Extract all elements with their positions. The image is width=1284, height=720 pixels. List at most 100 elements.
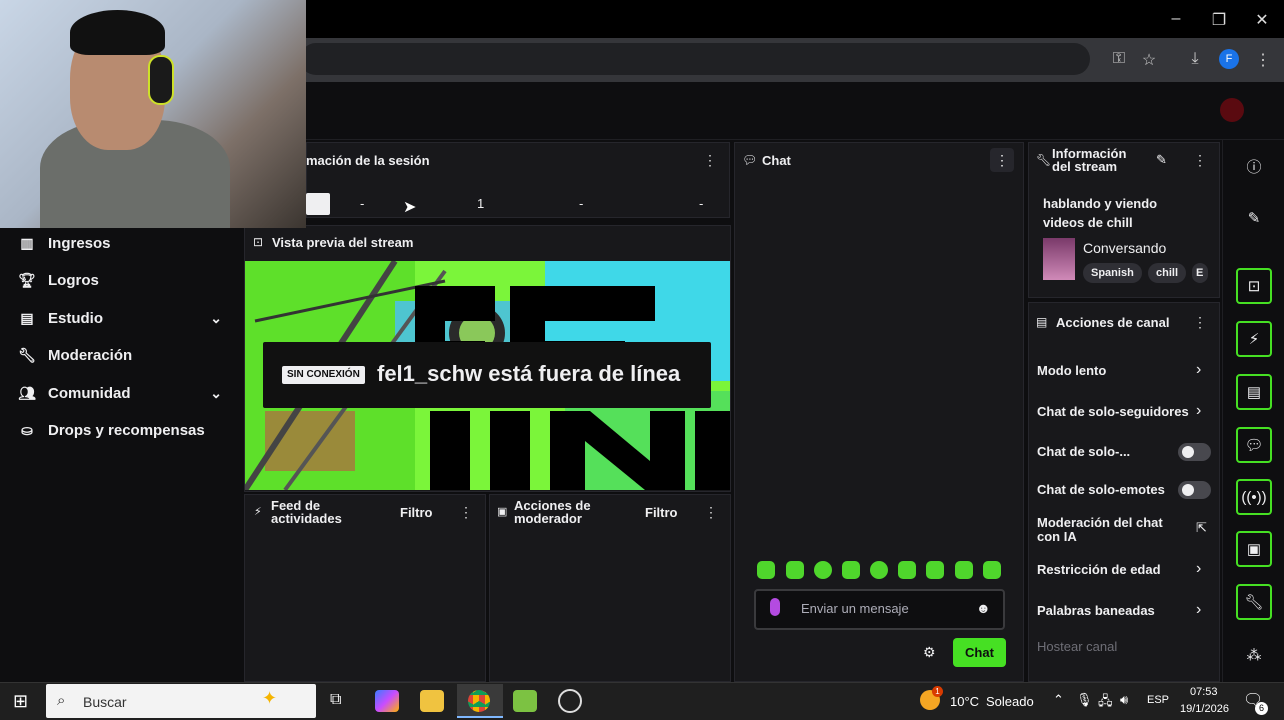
download-icon[interactable]: ⤓	[1185, 50, 1205, 68]
user-avatar[interactable]	[1220, 98, 1244, 122]
session-stat-1: -	[360, 196, 365, 211]
lightning-icon[interactable]: ⚡︎	[1236, 321, 1272, 357]
sidebar-item-drops[interactable]: ⛀ Drops y recompensas	[0, 412, 242, 448]
emote-icon[interactable]	[757, 561, 775, 579]
minimize-button[interactable]: –	[1166, 10, 1186, 28]
sidebar-item-label: Moderación	[48, 346, 133, 364]
sidebar-item-ingresos[interactable]: ▥ Ingresos	[0, 225, 242, 261]
microphone-icon[interactable]: 🎙︎	[1076, 692, 1093, 708]
chevron-right-icon[interactable]: ›	[1196, 361, 1201, 379]
broadcast-icon[interactable]: ((•))	[1236, 479, 1272, 515]
chevron-right-icon[interactable]: ›	[1196, 402, 1201, 420]
file-explorer-icon[interactable]	[420, 690, 444, 712]
session-stat-highlight	[306, 193, 330, 215]
sidebar-item-estudio[interactable]: ▤ Estudio ⌄	[0, 300, 242, 336]
key-icon[interactable]: ⚿	[1109, 50, 1129, 68]
preview-title: Vista previa del stream	[272, 235, 414, 250]
edit-pencil-icon[interactable]: ✎	[1156, 152, 1167, 168]
activity-menu-icon[interactable]: ⋮	[459, 504, 473, 521]
address-bar[interactable]	[300, 43, 1090, 75]
video-icon[interactable]: ▣	[1236, 531, 1272, 567]
taskbar-search-placeholder: Buscar	[83, 694, 127, 710]
action-moderacion-ia[interactable]: Moderación del chat con IA	[1037, 516, 1187, 544]
sidebar-item-label: Estudio	[48, 309, 103, 327]
clock-date[interactable]: 19/1/2026	[1180, 703, 1229, 715]
chevron-right-icon[interactable]: ›	[1196, 560, 1201, 578]
bookmark-star-icon[interactable]: ☆	[1139, 50, 1159, 70]
webcam-person-hair	[70, 10, 165, 55]
action-solo-seguidores[interactable]: Chat de solo-seguidores	[1037, 405, 1197, 419]
mod-filter-button[interactable]: Filtro	[645, 505, 678, 520]
chrome-icon	[468, 690, 490, 712]
category-boxart[interactable]	[1043, 238, 1075, 280]
profile-avatar[interactable]: F	[1219, 49, 1239, 69]
tag-chip[interactable]: E	[1192, 263, 1208, 283]
close-button[interactable]: ✕	[1252, 10, 1272, 30]
channel-actions-title: Acciones de canal	[1056, 315, 1170, 330]
session-info-title: mación de la sesión	[306, 153, 430, 168]
edit-pencil-icon[interactable]: ✎	[1236, 200, 1272, 236]
chevron-up-icon[interactable]: ⌃	[1053, 692, 1064, 708]
volume-icon[interactable]: 🔊︎	[1120, 692, 1128, 708]
info-icon[interactable]: ⓘ	[1236, 148, 1272, 184]
chat-send-button[interactable]: Chat	[953, 638, 1006, 667]
chat-bubble-icon: 💬︎	[742, 153, 758, 167]
maximize-button[interactable]: ❐	[1209, 10, 1229, 30]
action-palabras-baneadas[interactable]: Palabras baneadas	[1037, 604, 1197, 618]
sidebar-item-logros[interactable]: 🏆︎ Logros	[0, 262, 242, 298]
wrench-icon[interactable]: 🔧︎	[1236, 584, 1272, 620]
emote-icon[interactable]	[983, 561, 1001, 579]
wrench-icon: 🔧︎	[1036, 153, 1052, 167]
sidebar-item-comunidad[interactable]: 👥︎ Comunidad ⌄	[0, 375, 242, 411]
sidebar-item-label: Ingresos	[48, 234, 111, 252]
tag-chip[interactable]: Spanish	[1083, 263, 1142, 283]
emote-icon[interactable]	[842, 561, 860, 579]
toggle-switch[interactable]	[1178, 481, 1211, 499]
mod-actions-title-line2: moderador	[514, 511, 582, 526]
action-restriccion-edad[interactable]: Restricción de edad	[1037, 563, 1197, 577]
mod-menu-icon[interactable]: ⋮	[704, 504, 718, 521]
emote-icon[interactable]	[786, 561, 804, 579]
toggle-switch[interactable]	[1178, 443, 1211, 461]
session-menu-icon[interactable]: ⋮	[703, 152, 717, 169]
category-name[interactable]: Conversando	[1083, 240, 1166, 256]
language-indicator[interactable]: ESP	[1147, 694, 1169, 706]
task-view-icon[interactable]: ⧉	[330, 691, 341, 709]
gear-icon[interactable]: ⚙︎	[923, 644, 936, 661]
emote-icon[interactable]	[926, 561, 944, 579]
action-modo-lento[interactable]: Modo lento	[1037, 364, 1197, 378]
chevron-right-icon[interactable]: ›	[1196, 601, 1201, 619]
weather-temp[interactable]: 10°C	[950, 694, 979, 709]
chat-bubble-icon[interactable]: 💬︎	[1236, 427, 1272, 463]
preview-icon[interactable]: ⊡	[1236, 268, 1272, 304]
external-link-icon[interactable]: ⇱	[1196, 520, 1207, 536]
emoji-icon[interactable]: ☻	[976, 600, 991, 616]
windows-start-icon[interactable]: ⊞	[13, 691, 28, 712]
webcam-overlay	[0, 0, 306, 228]
activity-filter-button[interactable]: Filtro	[400, 505, 433, 520]
sidebar-item-moderacion[interactable]: 🔧︎ Moderación	[0, 337, 242, 373]
extensions-icon[interactable]: ⁂	[1236, 637, 1272, 673]
weather-desc[interactable]: Soleado	[986, 694, 1034, 709]
microphone-icon[interactable]	[770, 598, 780, 616]
stream-info-title-line2: del stream	[1052, 159, 1118, 174]
offline-badge: SIN CONEXIÓN	[282, 366, 365, 384]
emote-icon[interactable]	[898, 561, 916, 579]
copilot-icon[interactable]	[375, 690, 399, 712]
chat-menu-icon[interactable]: ⋮	[990, 148, 1014, 172]
network-icon[interactable]: 🖧︎	[1098, 692, 1113, 714]
emote-icon[interactable]	[814, 561, 832, 579]
browser-menu-icon[interactable]: ⋮	[1253, 50, 1273, 70]
obs-icon[interactable]	[558, 689, 582, 713]
clock-time[interactable]: 07:53	[1190, 686, 1218, 698]
tag-chip[interactable]: chill	[1148, 263, 1187, 283]
chart-bars-icon: ▥	[20, 234, 34, 251]
notes-icon[interactable]: ▤	[1236, 374, 1272, 410]
stream-info-menu-icon[interactable]: ⋮	[1193, 152, 1207, 169]
action-solo-suscriptores: Chat de solo-...	[1037, 444, 1131, 459]
emote-icon[interactable]	[955, 561, 973, 579]
trophy-icon: 🏆︎	[18, 271, 36, 288]
emote-icon[interactable]	[870, 561, 888, 579]
android-app-icon[interactable]	[513, 690, 537, 712]
channel-actions-menu-icon[interactable]: ⋮	[1193, 314, 1207, 331]
